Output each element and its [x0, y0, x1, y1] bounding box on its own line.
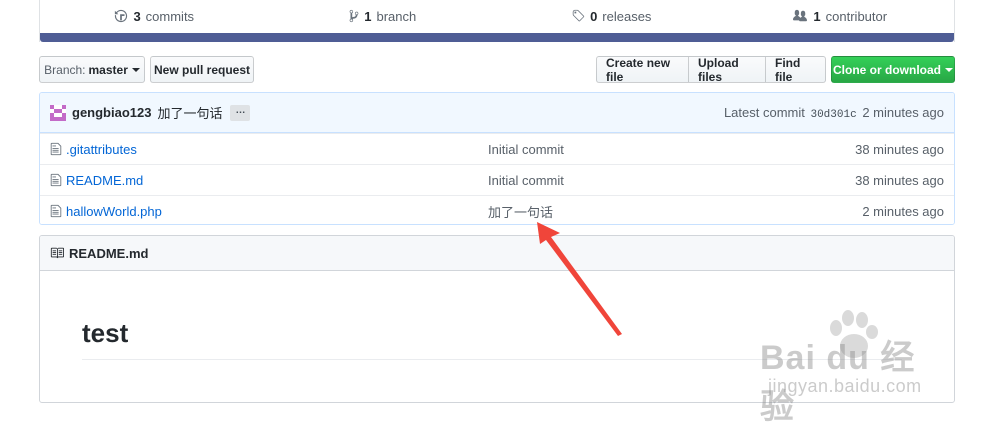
clone-label: Clone or download: [833, 62, 941, 77]
upload-files-button[interactable]: Upload files: [688, 56, 766, 84]
branch-prefix: Branch:: [44, 62, 86, 77]
avatar[interactable]: [50, 104, 66, 121]
people-icon: [793, 9, 808, 22]
commits-label: commits: [145, 8, 195, 24]
git-branch-icon: [349, 9, 359, 23]
file-name-link[interactable]: .gitattributes: [66, 142, 488, 157]
language-stats-bar[interactable]: [40, 33, 954, 42]
file-text-icon: [50, 204, 62, 218]
new-pull-request-button[interactable]: New pull request: [150, 56, 254, 83]
repo-summary-bar: 3 commits 1 branch 0 releases 1 contribu…: [39, 0, 955, 42]
find-file-button[interactable]: Find file: [765, 56, 826, 84]
file-name-link[interactable]: hallowWorld.php: [66, 204, 488, 219]
file-text-icon: [50, 173, 62, 187]
contributors-count: 1: [813, 8, 821, 24]
commits-link[interactable]: 3 commits: [40, 9, 269, 24]
branches-label: branch: [376, 8, 417, 24]
tag-icon: [572, 9, 585, 22]
book-icon: [50, 247, 64, 259]
releases-label: releases: [602, 8, 652, 24]
latest-commit-info: Latest commit 30d301c 2 minutes ago: [724, 105, 944, 121]
branches-link[interactable]: 1 branch: [269, 9, 498, 24]
commit-author-link[interactable]: gengbiao123: [72, 105, 151, 120]
branches-count: 1: [364, 8, 372, 24]
file-name-link[interactable]: README.md: [66, 173, 488, 188]
commit-sha-link[interactable]: 30d301c: [810, 109, 856, 121]
expand-commit-button[interactable]: …: [230, 104, 251, 121]
readme-header: README.md: [40, 236, 954, 271]
file-row: README.md Initial commit 38 minutes ago: [40, 164, 954, 195]
latest-commit-bar: gengbiao123 加了一句话 … Latest commit 30d301…: [40, 93, 954, 133]
contributors-link[interactable]: 1 contributor: [726, 9, 955, 24]
branch-select-button[interactable]: Branch: master: [39, 56, 145, 83]
commits-count: 3: [133, 8, 141, 24]
commit-message-link[interactable]: 加了一句话: [157, 103, 222, 122]
file-text-icon: [50, 142, 62, 156]
readme-filename: README.md: [69, 245, 149, 261]
chevron-down-icon: [131, 67, 140, 72]
baidu-watermark: Bai du 经验 jingyan.baidu.com: [760, 310, 950, 423]
clone-or-download-button[interactable]: Clone or download: [831, 56, 955, 83]
history-icon: [115, 9, 128, 23]
file-actions-group: Create new file Upload files Find file: [596, 56, 826, 84]
releases-link[interactable]: 0 releases: [497, 9, 726, 24]
file-commit-message-link[interactable]: Initial commit: [488, 173, 855, 188]
watermark-url: jingyan.baidu.com: [768, 376, 922, 396]
file-age: 38 minutes ago: [855, 141, 944, 157]
commit-age: 2 minutes ago: [862, 104, 944, 120]
releases-count: 0: [590, 8, 598, 24]
file-row: hallowWorld.php 加了一句话 2 minutes ago: [40, 195, 954, 224]
file-row: .gitattributes Initial commit 38 minutes…: [40, 133, 954, 164]
branch-name: master: [88, 62, 128, 77]
file-commit-message-link[interactable]: 加了一句话: [488, 202, 862, 221]
file-age: 38 minutes ago: [855, 172, 944, 188]
contributors-label: contributor: [825, 8, 888, 24]
file-age: 2 minutes ago: [862, 203, 944, 219]
file-commit-message-link[interactable]: Initial commit: [488, 142, 855, 157]
create-new-file-button[interactable]: Create new file: [596, 56, 689, 84]
latest-commit-prefix: Latest commit: [723, 104, 805, 120]
chevron-down-icon: [945, 67, 953, 72]
file-navigation-table: gengbiao123 加了一句话 … Latest commit 30d301…: [39, 92, 955, 225]
